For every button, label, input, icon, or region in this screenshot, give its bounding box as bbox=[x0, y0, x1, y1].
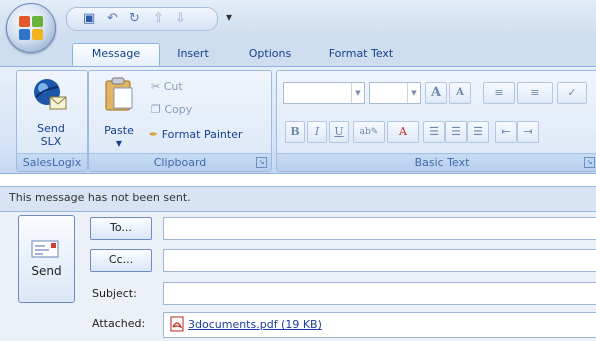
attached-label: Attached: bbox=[92, 317, 146, 330]
cut-label: Cut bbox=[163, 80, 183, 93]
send-button[interactable]: Send bbox=[18, 215, 75, 303]
align-center-icon: ☰ bbox=[451, 125, 461, 138]
bold-button[interactable]: B bbox=[285, 121, 305, 143]
attachments-field: 3documents.pdf (19 KB) bbox=[163, 312, 596, 338]
format-painter-button[interactable]: ✒ Format Painter bbox=[149, 127, 243, 142]
shrink-font-button[interactable]: A bbox=[449, 82, 471, 104]
copy-label: Copy bbox=[164, 103, 193, 116]
decrease-indent-icon: ⇤ bbox=[501, 125, 511, 138]
send-label: Send bbox=[31, 264, 62, 278]
ribbon-tabs: Message Insert Options Format Text bbox=[0, 36, 596, 68]
attachment-link[interactable]: 3documents.pdf (19 KB) bbox=[188, 318, 322, 331]
send-slx-icon bbox=[34, 79, 67, 110]
grow-font-button[interactable]: A bbox=[425, 82, 447, 104]
down-arrow-icon[interactable]: ⇩ bbox=[175, 11, 186, 27]
tab-format-text[interactable]: Format Text bbox=[318, 44, 404, 66]
info-bar: This message has not been sent. bbox=[0, 186, 596, 212]
copy-button[interactable]: ❐ Copy bbox=[151, 102, 192, 117]
font-name-combo[interactable]: ▼ bbox=[283, 82, 365, 104]
clipboard-launcher-icon[interactable]: ↘ bbox=[256, 157, 267, 168]
info-message: This message has not been sent. bbox=[9, 191, 191, 204]
office-button[interactable] bbox=[6, 3, 56, 53]
numbering-icon: ≡ bbox=[530, 86, 540, 99]
customize-qat-icon[interactable]: ▾ bbox=[226, 10, 232, 24]
align-right-button[interactable]: ☰ bbox=[467, 121, 489, 143]
to-button[interactable]: To... bbox=[90, 217, 152, 240]
align-left-icon: ☰ bbox=[429, 125, 439, 138]
tab-insert[interactable]: Insert bbox=[166, 44, 220, 66]
highlight-button[interactable]: ab✎ bbox=[353, 121, 385, 143]
font-color-button[interactable]: A bbox=[387, 121, 419, 143]
underline-button[interactable]: U bbox=[329, 121, 349, 143]
font-size-dropdown-icon[interactable]: ▼ bbox=[407, 83, 420, 103]
copy-icon: ❐ bbox=[151, 103, 161, 116]
tab-message[interactable]: Message bbox=[72, 43, 160, 68]
font-name-dropdown-icon[interactable]: ▼ bbox=[351, 83, 364, 103]
undo-icon[interactable]: ↶ bbox=[107, 11, 118, 27]
increase-indent-icon: ⇥ bbox=[523, 125, 533, 138]
cc-button[interactable]: Cc... bbox=[90, 249, 152, 272]
cut-button[interactable]: ✂ Cut bbox=[151, 79, 183, 94]
group-basic-text: ▼ ▼ A A ≡ ≡ ✓ B I U ab✎ A ☰ ☰ ☰ ⇤ ⇥ Basi… bbox=[276, 70, 596, 172]
group-saleslogix: Send SLX SalesLogix bbox=[16, 70, 88, 172]
numbering-button[interactable]: ≡ bbox=[517, 82, 553, 104]
paste-button[interactable]: Paste ▼ bbox=[97, 73, 141, 149]
send-slx-label-line2: SLX bbox=[40, 135, 62, 148]
bullets-button[interactable]: ≡ bbox=[483, 82, 515, 104]
group-label-saleslogix: SalesLogix bbox=[17, 153, 87, 171]
office-logo-icon bbox=[19, 16, 43, 40]
cc-field[interactable] bbox=[163, 249, 596, 272]
to-field[interactable] bbox=[163, 217, 596, 240]
align-center-button[interactable]: ☰ bbox=[445, 121, 467, 143]
decrease-indent-button[interactable]: ⇤ bbox=[495, 121, 517, 143]
align-right-icon: ☰ bbox=[473, 125, 483, 138]
basic-text-launcher-icon[interactable]: ↘ bbox=[584, 157, 595, 168]
subject-label: Subject: bbox=[92, 287, 137, 300]
clipboard-icon bbox=[105, 77, 133, 111]
tab-options[interactable]: Options bbox=[240, 44, 300, 66]
group-label-clipboard: Clipboard bbox=[89, 153, 271, 171]
subject-field[interactable] bbox=[163, 282, 596, 305]
quick-access-toolbar: ▣ ↶ ↻ ⇧ ⇩ bbox=[66, 7, 218, 31]
paste-dropdown-icon[interactable]: ▼ bbox=[97, 137, 141, 150]
spell-check-icon: ✓ bbox=[567, 86, 577, 99]
italic-button[interactable]: I bbox=[307, 121, 327, 143]
styles-button[interactable]: ✓ bbox=[557, 82, 587, 104]
pdf-icon bbox=[170, 316, 184, 332]
ribbon: Send SLX SalesLogix Paste ▼ ✂ Cut ❐ Copy… bbox=[0, 66, 596, 174]
scissors-icon: ✂ bbox=[151, 80, 161, 93]
group-label-basic-text: Basic Text bbox=[277, 153, 596, 171]
paste-label: Paste bbox=[104, 124, 134, 137]
format-painter-icon: ✒ bbox=[149, 128, 159, 141]
format-painter-label: Format Painter bbox=[161, 128, 243, 141]
increase-indent-button[interactable]: ⇥ bbox=[517, 121, 539, 143]
send-envelope-icon bbox=[31, 240, 59, 258]
align-left-button[interactable]: ☰ bbox=[423, 121, 445, 143]
bullets-icon: ≡ bbox=[494, 86, 504, 99]
highlighter-icon: ab✎ bbox=[359, 127, 379, 137]
up-arrow-icon[interactable]: ⇧ bbox=[153, 11, 164, 27]
send-slx-button[interactable]: Send SLX bbox=[19, 73, 83, 149]
group-clipboard: Paste ▼ ✂ Cut ❐ Copy ✒ Format Painter Cl… bbox=[88, 70, 272, 172]
font-size-combo[interactable]: ▼ bbox=[369, 82, 421, 104]
redo-icon[interactable]: ↻ bbox=[129, 11, 140, 27]
save-icon[interactable]: ▣ bbox=[83, 11, 95, 27]
send-slx-label-line1: Send bbox=[37, 122, 65, 135]
